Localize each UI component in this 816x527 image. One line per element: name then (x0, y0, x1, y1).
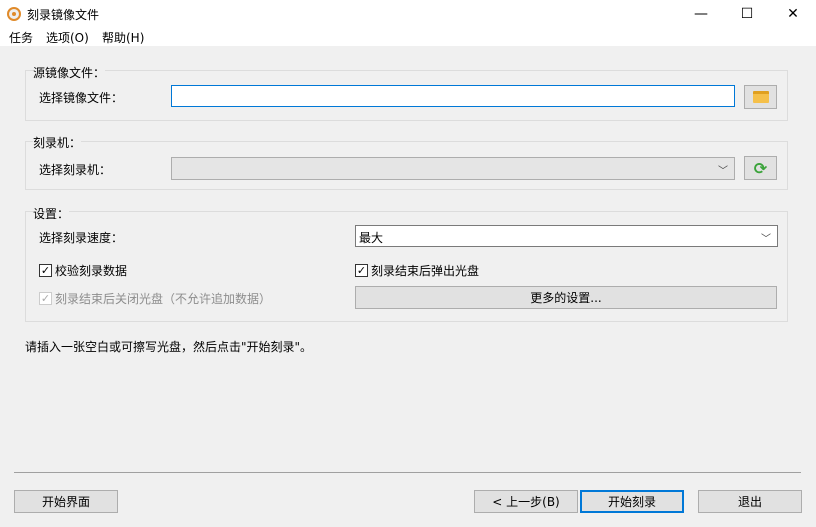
maximize-button[interactable]: ☐ (724, 0, 770, 28)
exit-button[interactable]: 退出 (698, 490, 802, 513)
chevron-down-icon: ﹀ (718, 166, 728, 177)
menu-help[interactable]: 帮助(H) (102, 29, 144, 46)
menu-task[interactable]: 任务 (9, 29, 33, 46)
check-icon: ✓ (355, 264, 368, 277)
minimize-button[interactable]: — (678, 0, 724, 28)
image-file-input[interactable] (171, 85, 735, 107)
menu-bar: 任务 选项(O) 帮助(H) (0, 28, 816, 46)
speed-label: 选择刻录速度： (39, 231, 124, 245)
back-button[interactable]: < 上一步(B) (474, 490, 578, 513)
window-title: 刻录镜像文件 (27, 8, 100, 22)
refresh-button[interactable]: ⟳ (744, 156, 777, 180)
start-burn-button[interactable]: 开始刻录 (580, 490, 684, 513)
browse-button[interactable] (744, 85, 777, 109)
separator (14, 472, 801, 473)
chevron-down-icon: ﹀ (761, 234, 771, 245)
source-label: 选择镜像文件： (39, 91, 124, 105)
settings-legend: 设置： (33, 205, 70, 222)
speed-select[interactable]: 最大 ﹀ (355, 225, 778, 247)
refresh-icon: ⟳ (753, 158, 768, 178)
burner-label: 选择刻录机： (39, 163, 112, 177)
menu-options[interactable]: 选项(O) (46, 29, 89, 46)
check-icon: ✓ (39, 264, 52, 277)
source-legend: 源镜像文件： (33, 64, 106, 81)
verify-checkbox[interactable]: ✓ 校验刻录数据 (39, 262, 127, 279)
disc-icon (7, 7, 21, 21)
burner-select[interactable]: ﹀ (171, 157, 735, 180)
eject-checkbox[interactable]: ✓ 刻录结束后弹出光盘 (355, 262, 479, 279)
burner-legend: 刻录机： (33, 134, 82, 151)
home-button[interactable]: 开始界面 (14, 490, 118, 513)
folder-icon (752, 91, 769, 103)
finalize-checkbox[interactable]: ✓ 刻录结束后关闭光盘（不允许追加数据） (39, 290, 271, 307)
title-bar: 刻录镜像文件 — ☐ ✕ (0, 0, 816, 28)
info-text: 请插入一张空白或可擦写光盘，然后点击"开始刻录"。 (25, 340, 313, 354)
check-icon: ✓ (39, 292, 52, 305)
more-settings-button[interactable]: 更多的设置... (355, 286, 777, 309)
close-button[interactable]: ✕ (770, 0, 816, 28)
